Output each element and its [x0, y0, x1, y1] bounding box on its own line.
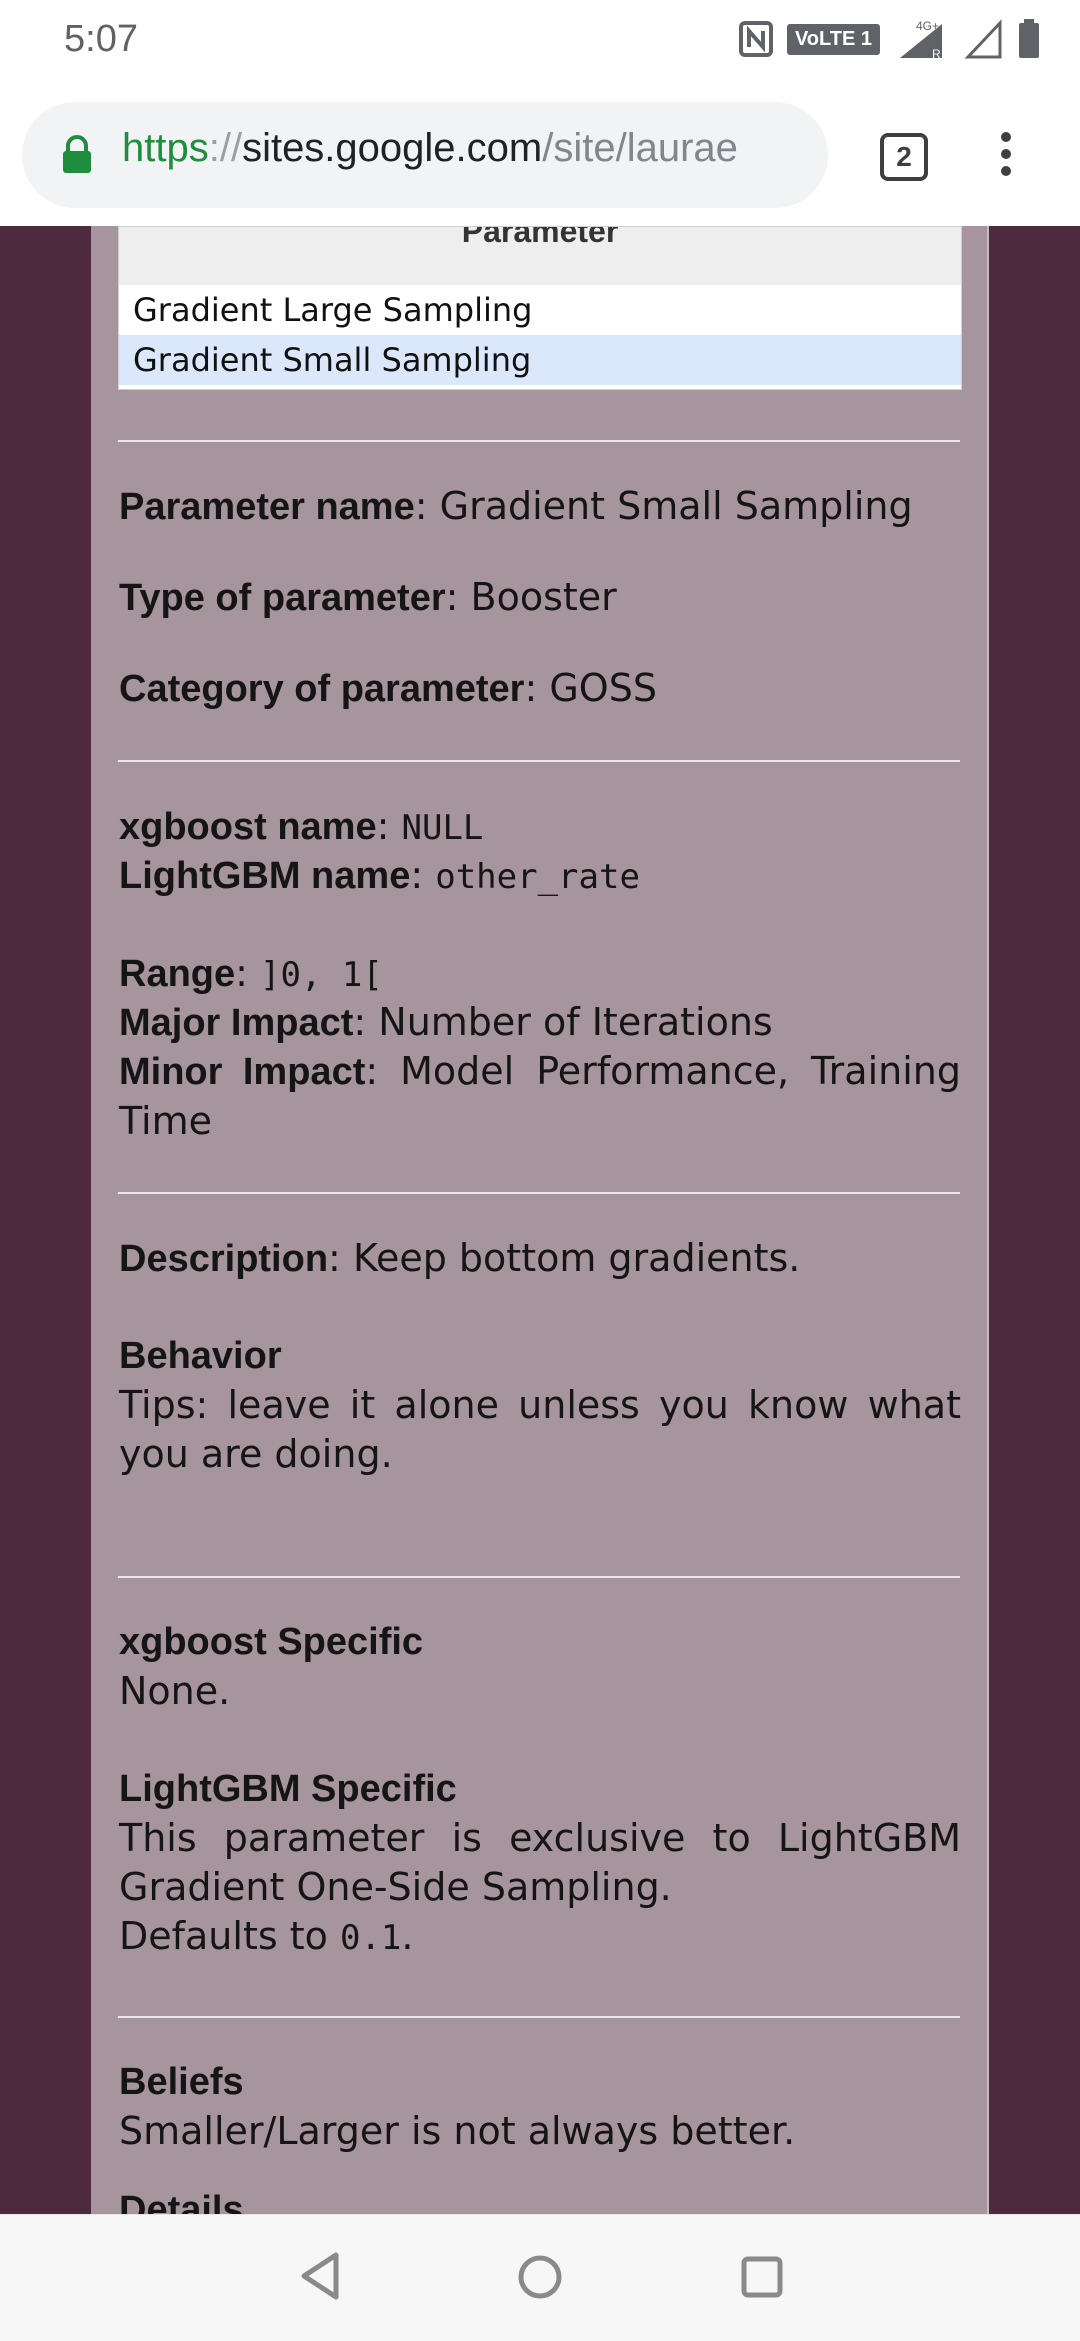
xgboost-name-line: xgboost name: NULL: [119, 804, 484, 848]
type-line: Type of parameter: Booster: [119, 575, 617, 619]
lightgbm-name-label: LightGBM name: [119, 855, 411, 897]
major-impact-label: Major Impact: [119, 1002, 354, 1044]
parameter-name-value: Gradient Small Sampling: [439, 484, 913, 528]
type-value: Booster: [470, 575, 617, 619]
defaults-suffix: .: [401, 1914, 414, 1958]
back-icon[interactable]: [296, 2251, 344, 2301]
parameter-name-line: Parameter name: Gradient Small Sampling: [119, 484, 913, 528]
parameter-table: Parameter Gradient Large Sampling Gradie…: [118, 226, 962, 390]
lightgbm-name-value: other_rate: [435, 857, 640, 897]
overflow-menu-icon[interactable]: [996, 132, 1016, 180]
url-host: sites.google.com: [242, 126, 543, 170]
battery-icon: [1019, 19, 1039, 58]
url-text[interactable]: https://sites.google.com/site/laurae: [122, 126, 808, 171]
defaults-prefix: Defaults to: [119, 1914, 328, 1958]
divider: [118, 440, 960, 442]
beliefs-heading: Beliefs: [119, 2061, 244, 2103]
volte-badge: VoLTE 1: [786, 23, 880, 55]
xgboost-specific-text: None.: [119, 1669, 231, 1713]
category-label: Category of parameter: [119, 668, 525, 710]
xgboost-specific-heading: xgboost Specific: [119, 1621, 424, 1663]
divider: [118, 760, 960, 762]
lightgbm-name-line: LightGBM name: other_rate: [119, 853, 640, 897]
beliefs-text: Smaller/Larger is not always better.: [119, 2109, 796, 2153]
xgboost-name-label: xgboost name: [119, 806, 377, 848]
table-header: Parameter: [119, 227, 961, 285]
range-value: ]0, 1[: [260, 955, 383, 995]
signal-icon: 4G+ R: [900, 19, 942, 60]
major-impact-line: Major Impact: Number of Iterations: [119, 1000, 773, 1044]
url-scheme: https: [122, 126, 209, 170]
content-edge-line: [987, 226, 989, 2214]
status-time: 5:07: [64, 18, 138, 60]
table-header-label: Parameter: [461, 227, 619, 249]
description-value: Keep bottom gradients.: [352, 1236, 801, 1280]
minor-impact-line: Minor Impact: Model Performance, Trainin…: [119, 1049, 961, 1143]
nfc-icon: [738, 21, 773, 57]
divider: [118, 1192, 960, 1194]
divider: [118, 2016, 960, 2018]
category-value: GOSS: [549, 666, 657, 710]
home-icon[interactable]: [516, 2253, 564, 2301]
minor-impact-label: Minor Impact: [119, 1051, 366, 1093]
address-bar[interactable]: https://sites.google.com/site/laurae: [22, 102, 828, 208]
lock-icon: [63, 135, 91, 173]
major-impact-value: Number of Iterations: [378, 1000, 773, 1044]
system-nav-bar: [0, 2214, 1080, 2341]
url-separator: ://: [208, 126, 243, 170]
browser-toolbar: https://sites.google.com/site/laurae 2: [0, 80, 1080, 226]
category-line: Category of parameter: GOSS: [119, 666, 657, 710]
divider: [118, 1576, 960, 1578]
signal-icon: [964, 19, 1002, 59]
recent-apps-icon[interactable]: [740, 2255, 784, 2299]
range-label: Range: [119, 953, 236, 995]
table-row[interactable]: Gradient Large Sampling: [119, 285, 961, 335]
type-label: Type of parameter: [119, 577, 446, 619]
description-line: Description: Keep bottom gradients.: [119, 1236, 801, 1280]
status-icons: VoLTE 1 4G+ R: [738, 18, 1040, 60]
description-label: Description: [119, 1238, 329, 1280]
svg-text:R: R: [932, 47, 941, 60]
tab-switcher-button[interactable]: 2: [880, 133, 928, 181]
xgboost-name-value: NULL: [401, 808, 484, 848]
lightgbm-specific-heading: LightGBM Specific: [119, 1768, 457, 1810]
table-row-selected[interactable]: Gradient Small Sampling: [119, 335, 961, 385]
defaults-value: 0.1: [339, 1918, 402, 1958]
url-path: /site/laurae: [542, 126, 738, 170]
status-bar: 5:07 VoLTE 1 4G+ R: [0, 0, 1080, 80]
details-heading: Details: [119, 2189, 244, 2214]
lightgbm-specific-text: This parameter is exclusive to LightGBM …: [119, 1816, 961, 1909]
page-content: Parameter Gradient Large Sampling Gradie…: [91, 226, 989, 2214]
parameter-name-label: Parameter name: [119, 486, 415, 528]
range-line: Range: ]0, 1[: [119, 951, 383, 995]
defaults-line: Defaults to 0.1.: [119, 1912, 961, 1963]
behavior-heading: Behavior: [119, 1335, 282, 1377]
behavior-text: Tips: leave it alone unless you know wha…: [119, 1383, 961, 1476]
